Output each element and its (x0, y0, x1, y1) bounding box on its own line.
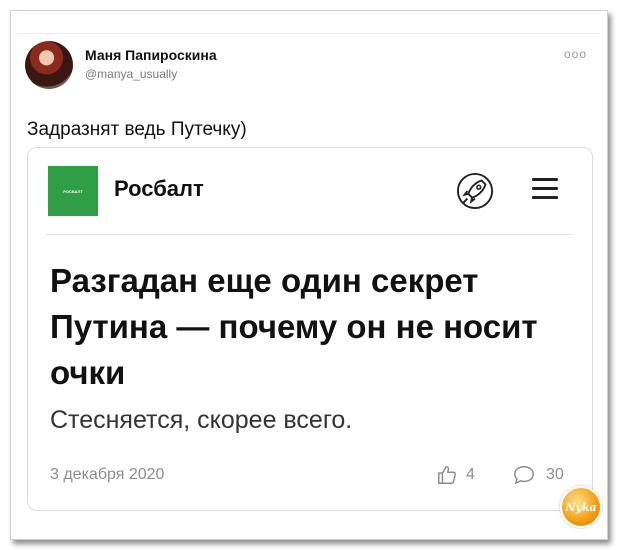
link-preview-card[interactable]: РОСБАЛТ Росбалт Разгадан еще один секрет… (27, 147, 593, 511)
rosbalt-logo: РОСБАЛТ (48, 166, 98, 216)
screenshot-frame: Маня Папироскина @manya_usually ooo Задр… (10, 10, 608, 540)
logo-text: РОСБАЛТ (63, 188, 83, 194)
like-count: 4 (466, 466, 475, 483)
comment-icon[interactable] (512, 464, 536, 486)
card-divider (46, 234, 572, 235)
article-headline[interactable]: Разгадан еще один секрет Путина — почему… (50, 258, 570, 396)
site-name: Росбалт (114, 176, 204, 201)
author-name[interactable]: Маня Папироскина (85, 47, 217, 63)
article-subtitle: Стесняется, скорее всего. (50, 406, 353, 434)
divider (17, 33, 601, 34)
watermark-text: Nyka (565, 500, 597, 514)
comment-count: 30 (546, 466, 564, 483)
article-date: 3 декабря 2020 (50, 466, 165, 483)
more-dots-icon[interactable]: ooo (564, 47, 587, 61)
avatar[interactable] (25, 41, 73, 89)
author-handle[interactable]: @manya_usually (85, 67, 177, 81)
thumbs-up-icon[interactable] (436, 464, 458, 486)
watermark-logo: Nyka (560, 486, 602, 528)
rocket-icon[interactable] (456, 172, 494, 210)
tweet-text: Задразнят ведь Путечку) (27, 119, 247, 140)
hamburger-menu-icon[interactable] (532, 178, 558, 200)
